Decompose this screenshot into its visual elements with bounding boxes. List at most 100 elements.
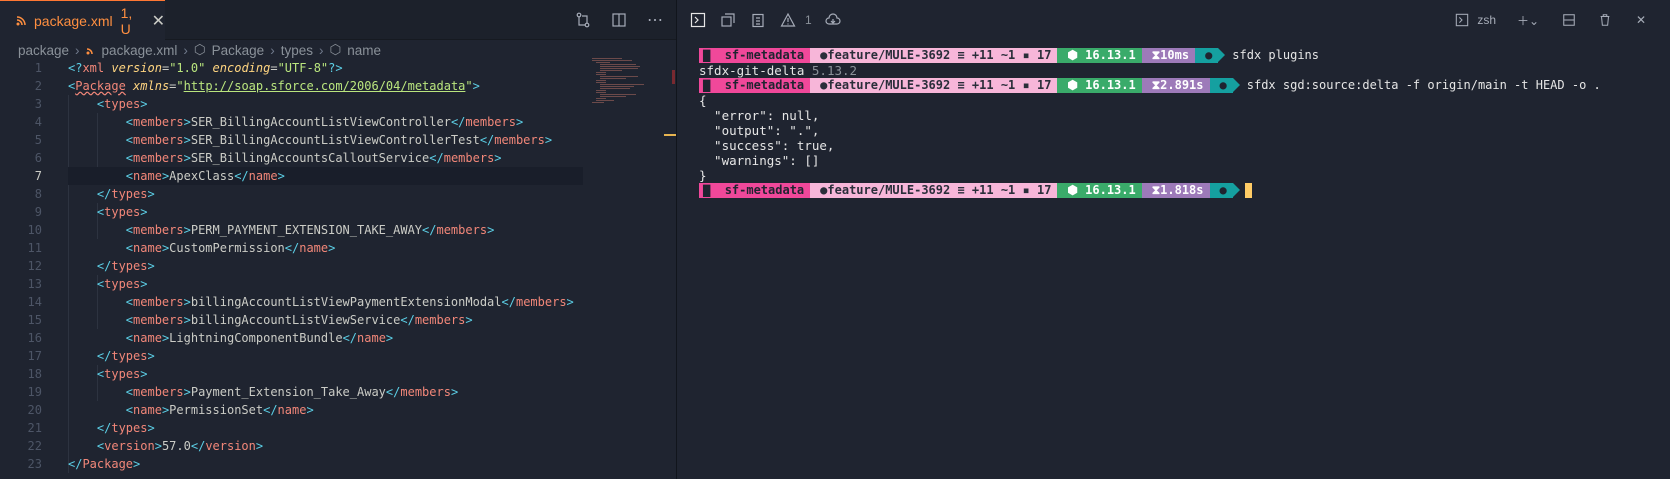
terminal-cursor [1244, 183, 1252, 198]
shell-name: zsh [1477, 13, 1496, 27]
folder-icon: ▇ [703, 183, 711, 197]
tab-package-xml[interactable]: package.xml 1, U ✕ [0, 0, 165, 40]
code-line: 22 <version>57.0</version> [27, 439, 264, 453]
github-icon: ● [820, 48, 828, 62]
breadcrumb-item[interactable]: Package [212, 43, 265, 58]
warning-icon[interactable] [779, 11, 797, 29]
code-line: 15 <members>billingAccountListViewServic… [27, 313, 473, 327]
code-line: 1 <?xml version="1.0" encoding="UTF-8"?> [34, 61, 343, 75]
status-icon: ● [1205, 48, 1213, 62]
output-line: sfdx-git-delta 5.13.2 [699, 63, 858, 78]
code-line: 2 <Package xmlns="http://soap.sforce.com/… [34, 79, 480, 93]
terminal-toolbar: 1 zsh ＋⌄ ✕ [677, 0, 1670, 40]
prompt-node-segment: ⬢ 16.13.1 [1057, 183, 1149, 198]
save-icon: ▪ [1022, 48, 1030, 62]
chevron-right-icon: › [318, 42, 324, 58]
command-text: sfdx plugins [1232, 48, 1319, 62]
more-actions-icon[interactable]: ⋯ [646, 11, 664, 29]
cube-icon: ⬡ [193, 42, 206, 57]
save-icon: ▪ [1022, 78, 1030, 92]
terminal-prompt: ▇ sf-metadata ● feature/MULE-3692 ≡ +11 ~… [699, 48, 1659, 63]
breadcrumb-item[interactable]: types [281, 43, 313, 58]
code-line: 9 <types> [34, 205, 148, 219]
minimap[interactable] [592, 58, 672, 110]
prompt-dir-segment: ▇ sf-metadata [699, 183, 818, 198]
code-line: 21 </types> [27, 421, 155, 435]
open-changes-icon[interactable] [574, 11, 592, 29]
editor-tab-bar: package.xml 1, U ✕ ⋯ [0, 0, 676, 40]
code-line: 16 <name>LightningComponentBundle</name> [27, 331, 394, 345]
terminal-icon[interactable] [689, 11, 707, 29]
status-icon: ● [1219, 183, 1227, 197]
breadcrumb-item[interactable]: package [18, 43, 69, 58]
prompt-dir-segment: ▇ sf-metadata [699, 78, 818, 93]
folder-icon: ▇ [703, 48, 711, 62]
breadcrumb-item[interactable]: package.xml [102, 43, 178, 58]
prompt-time-segment: ⧗ 2.891s [1141, 78, 1217, 93]
save-icon: ▪ [1022, 183, 1030, 197]
status-icon: ● [1219, 78, 1227, 92]
code-line: 14 <members>billingAccountListViewPaymen… [27, 295, 574, 309]
code-line: 4 <members>SER_BillingAccountListViewCon… [34, 115, 524, 129]
problems-count: 1 [805, 13, 812, 27]
prompt-node-segment: ⬢ 16.13.1 [1057, 78, 1149, 93]
trash-icon[interactable] [1596, 11, 1614, 29]
command-text: sfdx sgd:source:delta -f origin/main -t … [1246, 78, 1601, 92]
code-line: 12 </types> [27, 259, 155, 273]
chevron-right-icon: › [183, 42, 188, 58]
prompt-time-segment: ⧗ 10ms [1141, 48, 1203, 63]
output-line: "warnings": [] [699, 153, 820, 168]
prompt-time-segment: ⧗ 1.818s [1141, 183, 1217, 198]
tab-title: package.xml [34, 12, 113, 29]
tab-status: 1, U [120, 4, 133, 37]
breadcrumb: package › package.xml › ⬡ Package › type… [18, 40, 381, 60]
code-line: 6 <members>SER_BillingAccountsCalloutSer… [34, 151, 502, 165]
github-icon: ● [820, 183, 828, 197]
code-line: 8 </types> [34, 187, 155, 201]
close-panel-icon[interactable]: ✕ [1632, 11, 1650, 29]
output-line: "output": ".", [699, 123, 820, 138]
node-icon: ⬢ [1067, 183, 1078, 197]
code-line: 11 <name>CustomPermission</name> [27, 241, 336, 255]
code-line: 3 <types> [34, 97, 148, 111]
split-terminal-icon[interactable] [1560, 11, 1578, 29]
hourglass-icon: ⧗ [1151, 78, 1161, 92]
node-icon: ⬢ [1067, 78, 1078, 92]
code-line-active: 7 <name>ApexClass</name> [0, 167, 676, 185]
close-icon[interactable]: ✕ [152, 11, 165, 31]
prompt-node-segment: ⬢ 16.13.1 [1057, 48, 1149, 63]
terminal-shell-tab[interactable]: zsh [1453, 11, 1496, 29]
folder-icon: ▇ [703, 78, 711, 92]
hourglass-icon: ⧗ [1151, 183, 1161, 197]
output-line: "error": null, [699, 108, 820, 123]
clipboard-icon[interactable] [749, 11, 767, 29]
cloud-sync-icon[interactable] [824, 11, 842, 29]
output-line: "success": true, [699, 138, 835, 153]
github-icon: ● [820, 78, 828, 92]
prompt-git-segment: ● feature/MULE-3692 ≡ +11 ~1 ▪ 17 [810, 48, 1065, 63]
terminal-icon [1453, 11, 1471, 29]
editor-pane: package.xml 1, U ✕ ⋯ package › package.x… [0, 0, 676, 479]
chevron-right-icon: › [75, 42, 80, 58]
chevron-right-icon: › [270, 42, 275, 58]
code-line: 18 <types> [27, 367, 148, 381]
code-line: 17 </types> [27, 349, 155, 363]
code-area[interactable]: 1 <?xml version="1.0" encoding="UTF-8"?> … [0, 59, 676, 473]
code-line: 5 <members>SER_BillingAccountListViewCon… [34, 133, 553, 147]
prompt-end-segment: ● [1209, 78, 1240, 93]
add-terminal-icon[interactable]: ＋⌄ [1514, 11, 1542, 29]
terminal-pane[interactable]: 1 zsh ＋⌄ ✕ ▇ sf-metadata ● feature/MULE-3… [677, 0, 1670, 479]
cube-icon: ⬡ [329, 42, 342, 57]
breadcrumb-item[interactable]: name [347, 43, 381, 58]
rss-file-icon [16, 15, 26, 26]
code-line: 23 </Package> [27, 457, 141, 471]
remote-explorer-icon[interactable] [719, 11, 737, 29]
rss-file-icon [86, 43, 96, 58]
output-line: } [699, 168, 707, 183]
terminal-output[interactable]: ▇ sf-metadata ● feature/MULE-3692 ≡ +11 ~… [699, 48, 1659, 198]
split-editor-icon[interactable] [610, 11, 628, 29]
prompt-dir-segment: ▇ sf-metadata [699, 48, 818, 63]
terminal-prompt: ▇ sf-metadata ● feature/MULE-3692 ≡ +11 ~… [699, 78, 1659, 93]
code-line: 19 <members>Payment_Extension_Take_Away<… [27, 385, 459, 399]
prompt-end-segment: ● [1195, 48, 1226, 63]
